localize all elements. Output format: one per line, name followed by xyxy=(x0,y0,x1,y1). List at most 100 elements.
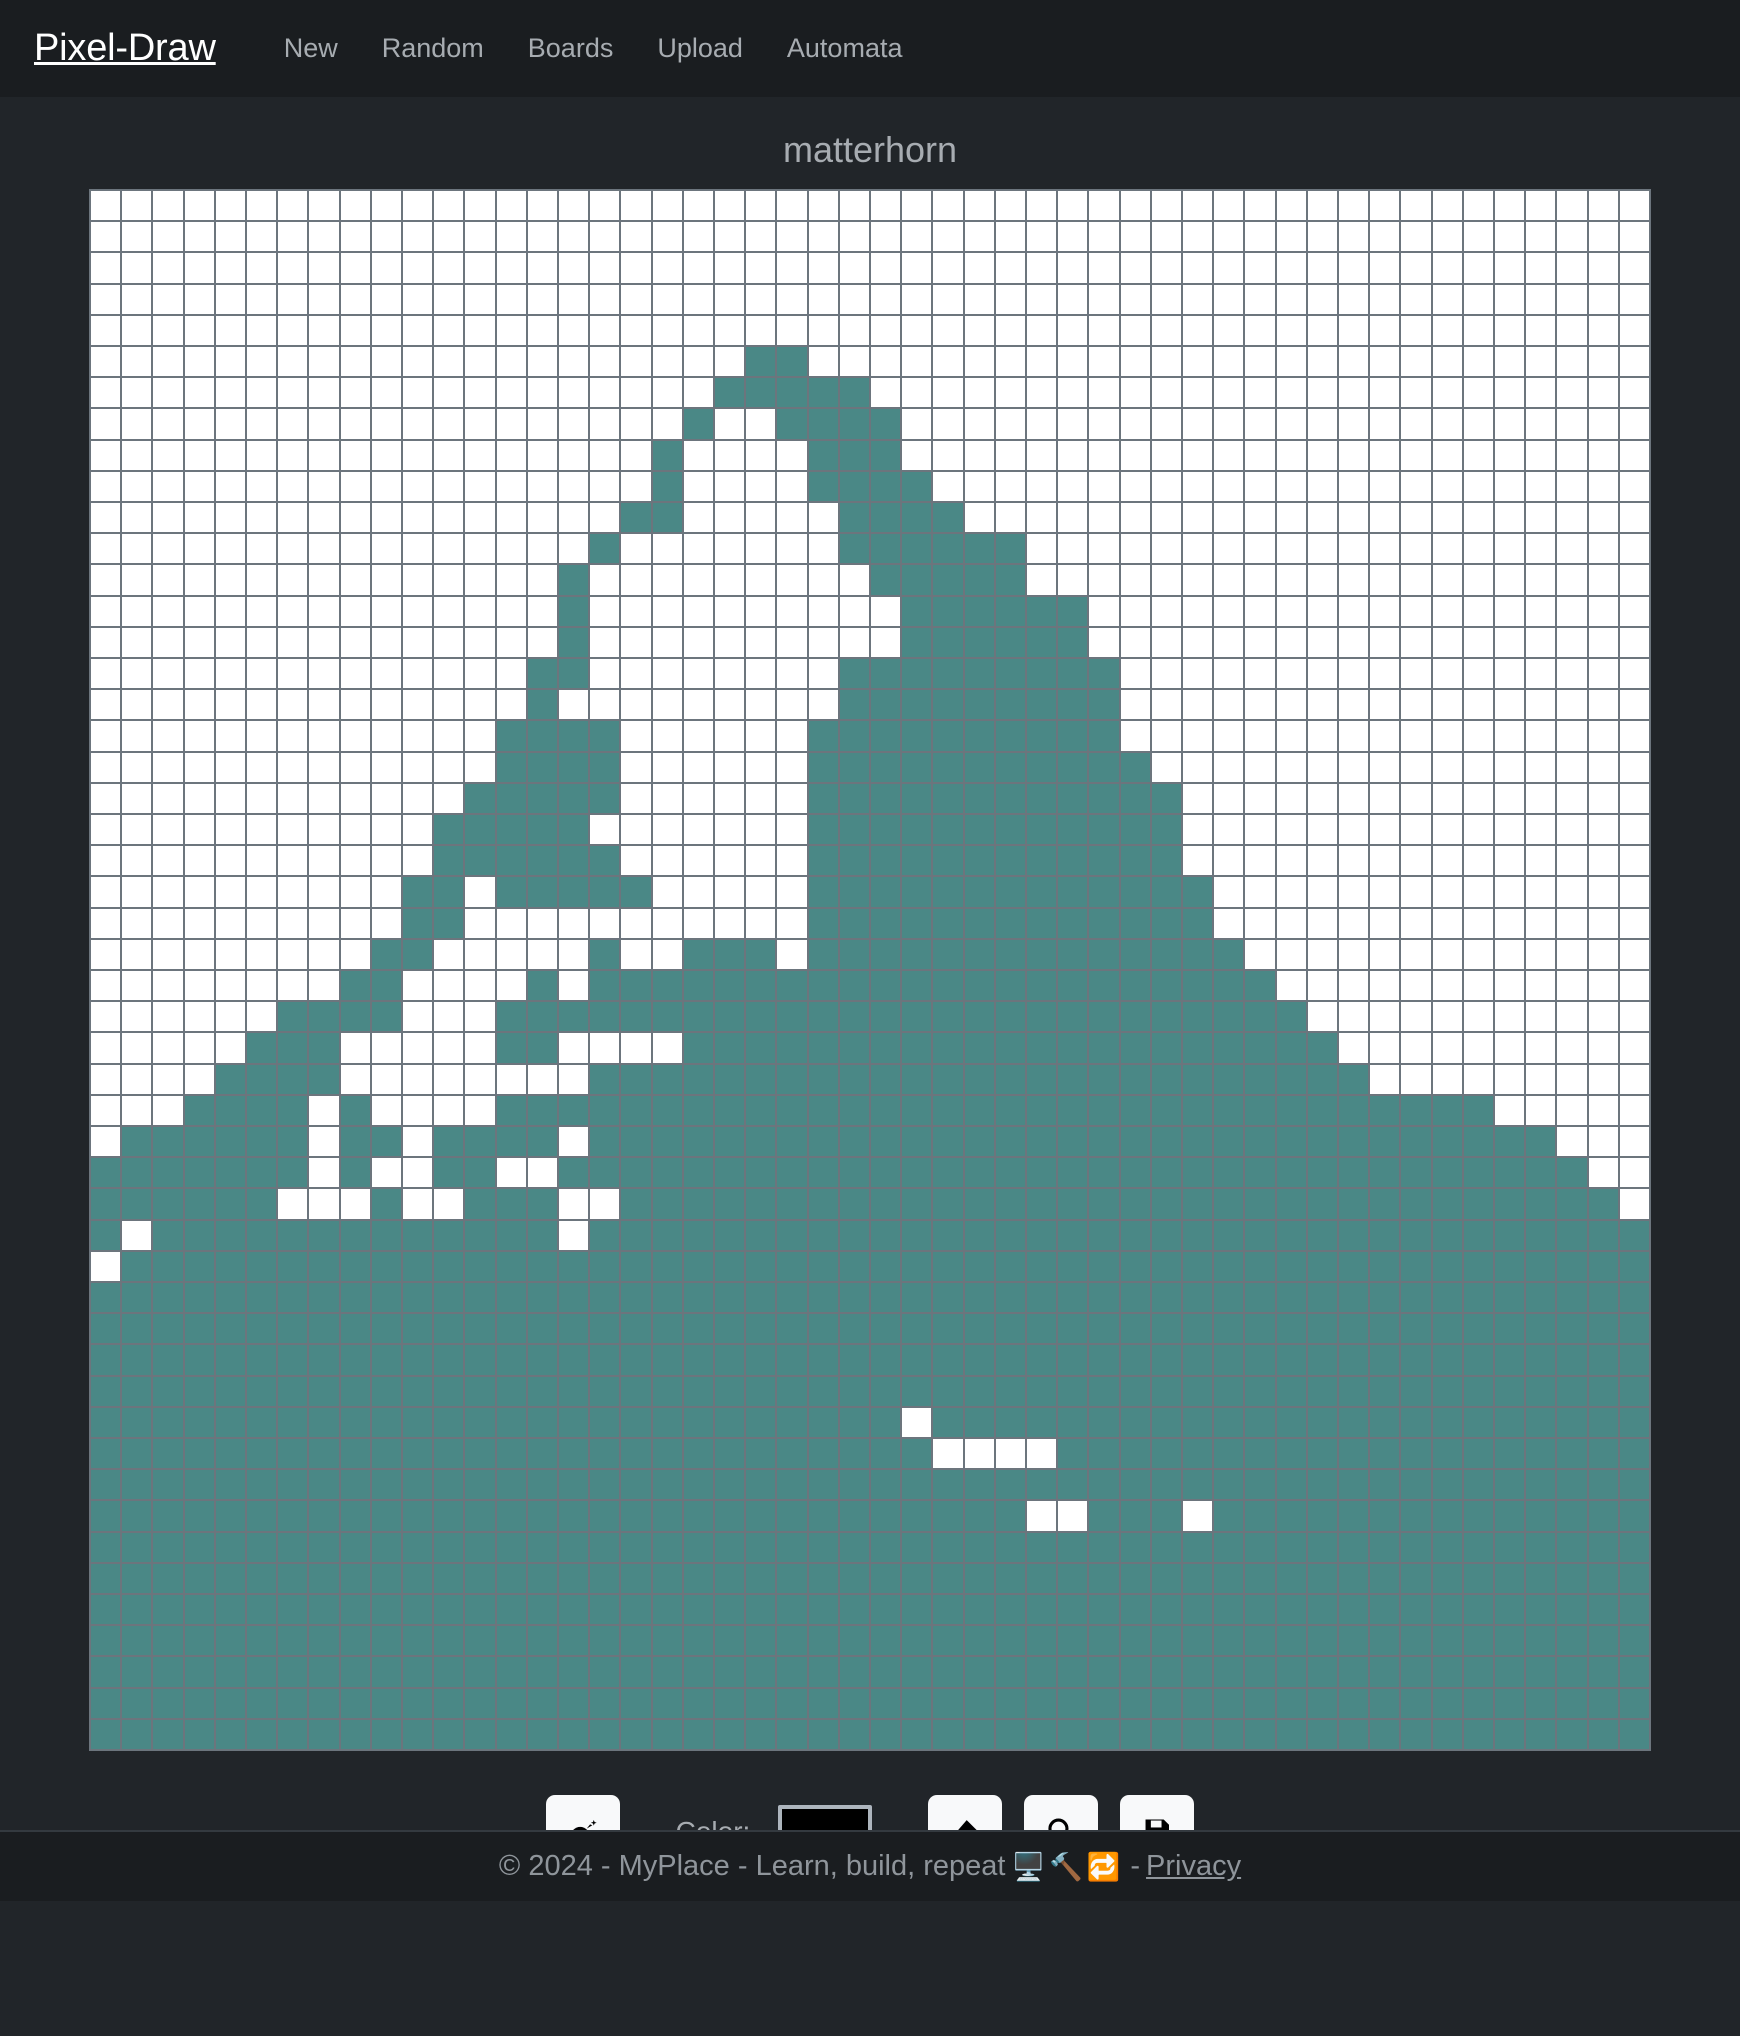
pixel-cell[interactable] xyxy=(278,783,308,813)
pixel-cell[interactable] xyxy=(371,1595,401,1625)
pixel-cell[interactable] xyxy=(371,1345,401,1375)
pixel-cell[interactable] xyxy=(278,596,308,626)
pixel-cell[interactable] xyxy=(1370,347,1400,377)
pixel-cell[interactable] xyxy=(247,627,277,657)
pixel-cell[interactable] xyxy=(1432,534,1462,564)
pixel-cell[interactable] xyxy=(184,1314,214,1344)
pixel-cell[interactable] xyxy=(964,815,994,845)
pixel-cell[interactable] xyxy=(1151,191,1181,221)
pixel-cell[interactable] xyxy=(715,191,745,221)
pixel-cell[interactable] xyxy=(309,222,339,252)
pixel-cell[interactable] xyxy=(434,939,464,969)
pixel-cell[interactable] xyxy=(559,846,589,876)
pixel-cell[interactable] xyxy=(91,1002,121,1032)
pixel-cell[interactable] xyxy=(1245,877,1275,907)
pixel-cell[interactable] xyxy=(247,1095,277,1125)
pixel-cell[interactable] xyxy=(1588,721,1618,751)
pixel-cell[interactable] xyxy=(1526,1033,1556,1063)
pixel-cell[interactable] xyxy=(527,284,557,314)
pixel-cell[interactable] xyxy=(527,1532,557,1562)
pixel-cell[interactable] xyxy=(902,1064,932,1094)
pixel-cell[interactable] xyxy=(933,378,963,408)
pixel-cell[interactable] xyxy=(1027,1002,1057,1032)
pixel-cell[interactable] xyxy=(1619,783,1649,813)
pixel-cell[interactable] xyxy=(871,1376,901,1406)
pixel-cell[interactable] xyxy=(1401,1345,1431,1375)
pixel-cell[interactable] xyxy=(1557,721,1587,751)
pixel-cell[interactable] xyxy=(1495,939,1525,969)
pixel-cell[interactable] xyxy=(964,1657,994,1687)
pixel-cell[interactable] xyxy=(1526,877,1556,907)
pixel-cell[interactable] xyxy=(465,1189,495,1219)
pixel-cell[interactable] xyxy=(590,1719,620,1749)
pixel-cell[interactable] xyxy=(1307,378,1337,408)
pixel-cell[interactable] xyxy=(247,1688,277,1718)
pixel-cell[interactable] xyxy=(371,471,401,501)
pixel-cell[interactable] xyxy=(371,846,401,876)
pixel-cell[interactable] xyxy=(808,565,838,595)
pixel-cell[interactable] xyxy=(1495,1033,1525,1063)
pixel-cell[interactable] xyxy=(1526,1563,1556,1593)
pixel-cell[interactable] xyxy=(1463,1127,1493,1157)
pixel-cell[interactable] xyxy=(1058,222,1088,252)
pixel-cell[interactable] xyxy=(371,908,401,938)
pixel-cell[interactable] xyxy=(1276,939,1306,969)
pixel-cell[interactable] xyxy=(1526,971,1556,1001)
pixel-cell[interactable] xyxy=(1370,846,1400,876)
pixel-cell[interactable] xyxy=(902,1532,932,1562)
pixel-cell[interactable] xyxy=(902,1345,932,1375)
pixel-cell[interactable] xyxy=(122,1563,152,1593)
pixel-cell[interactable] xyxy=(559,1657,589,1687)
pixel-cell[interactable] xyxy=(1276,534,1306,564)
pixel-cell[interactable] xyxy=(340,471,370,501)
pixel-cell[interactable] xyxy=(1432,627,1462,657)
pixel-cell[interactable] xyxy=(434,752,464,782)
pixel-cell[interactable] xyxy=(1463,471,1493,501)
pixel-cell[interactable] xyxy=(746,1501,776,1531)
pixel-cell[interactable] xyxy=(1463,1657,1493,1687)
pixel-cell[interactable] xyxy=(91,752,121,782)
pixel-cell[interactable] xyxy=(434,721,464,751)
pixel-cell[interactable] xyxy=(839,1657,869,1687)
pixel-cell[interactable] xyxy=(403,378,433,408)
pixel-cell[interactable] xyxy=(590,253,620,283)
pixel-cell[interactable] xyxy=(153,815,183,845)
pixel-cell[interactable] xyxy=(808,596,838,626)
pixel-cell[interactable] xyxy=(746,1532,776,1562)
pixel-cell[interactable] xyxy=(1089,253,1119,283)
pixel-cell[interactable] xyxy=(933,1033,963,1063)
pixel-cell[interactable] xyxy=(1557,565,1587,595)
pixel-cell[interactable] xyxy=(1027,1095,1057,1125)
pixel-cell[interactable] xyxy=(403,284,433,314)
pixel-cell[interactable] xyxy=(1370,378,1400,408)
pixel-cell[interactable] xyxy=(122,1283,152,1313)
pixel-cell[interactable] xyxy=(1027,721,1057,751)
pixel-cell[interactable] xyxy=(1027,1470,1057,1500)
pixel-cell[interactable] xyxy=(527,565,557,595)
pixel-cell[interactable] xyxy=(1339,1033,1369,1063)
pixel-cell[interactable] xyxy=(153,284,183,314)
pixel-cell[interactable] xyxy=(1183,1407,1213,1437)
pixel-cell[interactable] xyxy=(1339,1657,1369,1687)
pixel-cell[interactable] xyxy=(964,315,994,345)
pixel-cell[interactable] xyxy=(621,752,651,782)
pixel-cell[interactable] xyxy=(746,378,776,408)
pixel-cell[interactable] xyxy=(1089,877,1119,907)
pixel-cell[interactable] xyxy=(933,908,963,938)
pixel-cell[interactable] xyxy=(1089,1033,1119,1063)
pixel-cell[interactable] xyxy=(1089,1158,1119,1188)
pixel-cell[interactable] xyxy=(1495,1501,1525,1531)
pixel-cell[interactable] xyxy=(652,846,682,876)
pixel-cell[interactable] xyxy=(91,815,121,845)
pixel-cell[interactable] xyxy=(309,877,339,907)
pixel-cell[interactable] xyxy=(496,191,526,221)
pixel-cell[interactable] xyxy=(91,1064,121,1094)
pixel-cell[interactable] xyxy=(1183,440,1213,470)
pixel-cell[interactable] xyxy=(340,1314,370,1344)
pixel-cell[interactable] xyxy=(153,1314,183,1344)
pixel-cell[interactable] xyxy=(621,971,651,1001)
pixel-cell[interactable] xyxy=(559,1595,589,1625)
pixel-cell[interactable] xyxy=(902,939,932,969)
pixel-cell[interactable] xyxy=(434,1595,464,1625)
pixel-cell[interactable] xyxy=(1120,877,1150,907)
